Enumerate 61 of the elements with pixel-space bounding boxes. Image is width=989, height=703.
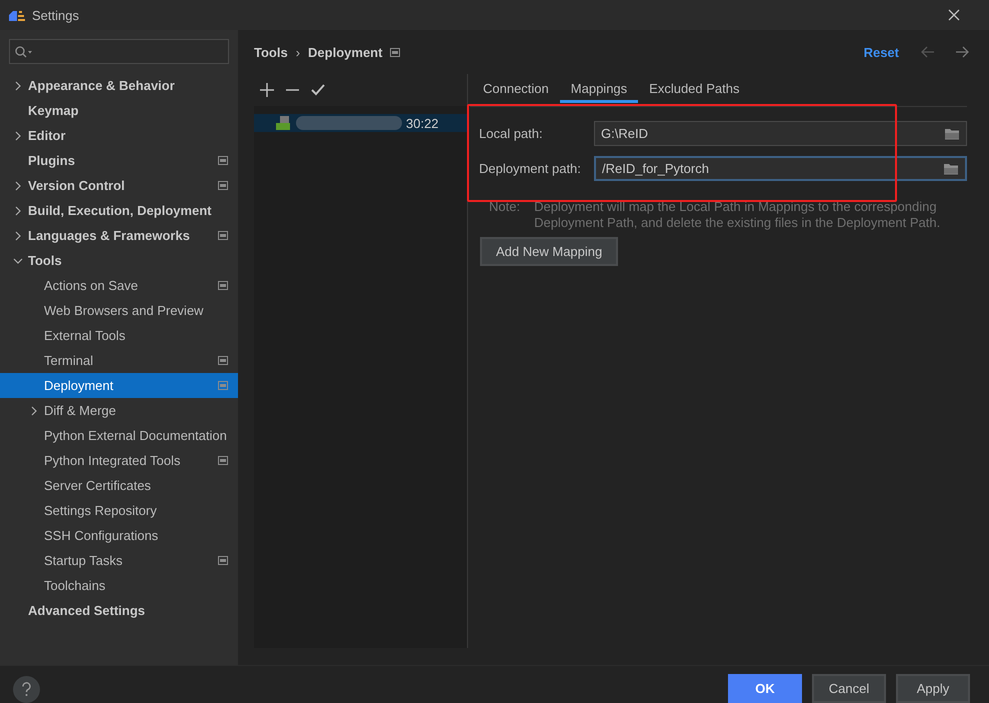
tree-item[interactable]: Startup Tasks bbox=[0, 548, 238, 573]
checkmark-icon[interactable] bbox=[311, 84, 325, 96]
tree-item[interactable]: Diff & Merge bbox=[0, 398, 238, 423]
project-scope-icon bbox=[390, 48, 400, 56]
breadcrumb-separator: › bbox=[296, 44, 300, 60]
dialog-button[interactable]: Cancel bbox=[812, 674, 886, 703]
server-name: 30:22 bbox=[406, 116, 439, 130]
tab[interactable]: Connection bbox=[472, 74, 560, 103]
add-mapping-button[interactable]: Add New Mapping bbox=[480, 237, 618, 266]
breadcrumb-item: Tools bbox=[254, 44, 288, 60]
search-icon bbox=[15, 46, 33, 58]
tree-item[interactable]: Terminal bbox=[0, 348, 238, 373]
folder-icon[interactable] bbox=[944, 127, 960, 140]
reset-link[interactable]: Reset bbox=[864, 44, 899, 60]
tree-item[interactable]: Keymap bbox=[0, 98, 238, 123]
chevron-right-icon[interactable] bbox=[13, 206, 23, 216]
tree-item[interactable]: Appearance & Behavior bbox=[0, 73, 238, 98]
chevron-right-icon[interactable] bbox=[13, 180, 23, 190]
chevron-right-icon[interactable] bbox=[13, 230, 23, 240]
chevron-down-icon[interactable] bbox=[13, 256, 23, 266]
close-icon[interactable] bbox=[948, 9, 960, 21]
path-field[interactable]: G:\ReID bbox=[594, 121, 967, 146]
add-icon[interactable] bbox=[260, 83, 274, 97]
tree-item[interactable]: Editor bbox=[0, 123, 238, 148]
dialog-button[interactable]: OK bbox=[728, 674, 802, 703]
tree-item[interactable]: SSH Configurations bbox=[0, 523, 238, 548]
note-text: Deployment will map the Local Path in Mappings to the corresponding Deployment Path, and delete the existing files in the Deployment Path. bbox=[534, 199, 942, 231]
tree-item[interactable]: Deployment bbox=[0, 373, 238, 398]
note-label: Note: bbox=[489, 199, 520, 216]
tree-item[interactable]: Server Certificates bbox=[0, 473, 238, 498]
tree-item[interactable]: Python External Documentation bbox=[0, 423, 238, 448]
dialog-button[interactable]: Apply bbox=[896, 674, 970, 703]
tab[interactable]: Mappings bbox=[560, 74, 638, 103]
tree-item[interactable]: Actions on Save bbox=[0, 273, 238, 298]
search-field[interactable] bbox=[9, 39, 229, 64]
tree-item[interactable]: Languages & Frameworks bbox=[0, 223, 238, 248]
tree-item[interactable]: Tools bbox=[0, 248, 238, 273]
tree-item[interactable]: Settings Repository bbox=[0, 498, 238, 523]
tree-item[interactable]: Toolchains bbox=[0, 573, 238, 598]
field-label: Deployment path: bbox=[479, 161, 582, 176]
app-logo-icon bbox=[9, 10, 26, 20]
field-label: Local path: bbox=[479, 126, 544, 141]
tree-item[interactable]: Build, Execution, Deployment bbox=[0, 198, 238, 223]
tree-item[interactable]: Advanced Settings bbox=[0, 598, 238, 623]
window-title: Settings bbox=[32, 8, 79, 22]
folder-icon[interactable] bbox=[943, 162, 959, 175]
forward-arrow-icon[interactable] bbox=[955, 46, 969, 58]
tab[interactable]: Excluded Paths bbox=[638, 74, 750, 103]
chevron-right-icon[interactable] bbox=[13, 80, 23, 90]
help-icon[interactable] bbox=[13, 676, 40, 703]
tree-item[interactable]: Python Integrated Tools bbox=[0, 448, 238, 473]
tree-item[interactable]: External Tools bbox=[0, 323, 238, 348]
path-field[interactable]: /ReID_for_Pytorch bbox=[594, 156, 967, 181]
tree-item[interactable]: Version Control bbox=[0, 173, 238, 198]
chevron-right-icon[interactable] bbox=[13, 130, 23, 140]
tree-item[interactable]: Plugins bbox=[0, 148, 238, 173]
chevron-right-icon[interactable] bbox=[29, 406, 39, 416]
breadcrumb-item: Deployment bbox=[308, 44, 382, 60]
tree-item[interactable]: Web Browsers and Preview bbox=[0, 298, 238, 323]
server-item[interactable]: 30:22 bbox=[254, 114, 467, 132]
sftp-icon bbox=[276, 116, 292, 130]
